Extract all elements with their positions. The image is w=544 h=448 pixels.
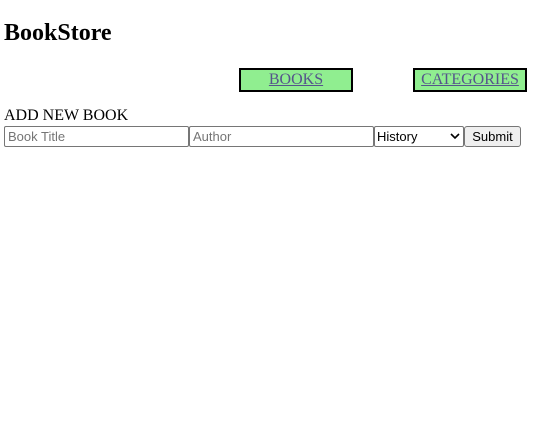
author-input[interactable]: Author: [189, 126, 374, 147]
nav-link-books[interactable]: BOOKS: [239, 68, 353, 92]
category-select-value: History: [377, 129, 418, 144]
chevron-down-icon: [450, 133, 460, 140]
site-brand: BookStore: [4, 20, 112, 46]
book-title-input[interactable]: Book Title: [4, 126, 189, 147]
page: BookStore BOOKS CATEGORIES ADD NEW BOOK …: [0, 0, 544, 448]
form-heading: ADD NEW BOOK: [4, 107, 129, 124]
submit-button[interactable]: Submit: [464, 126, 521, 147]
category-select[interactable]: History: [374, 126, 464, 147]
nav-link-categories[interactable]: CATEGORIES: [413, 68, 527, 92]
